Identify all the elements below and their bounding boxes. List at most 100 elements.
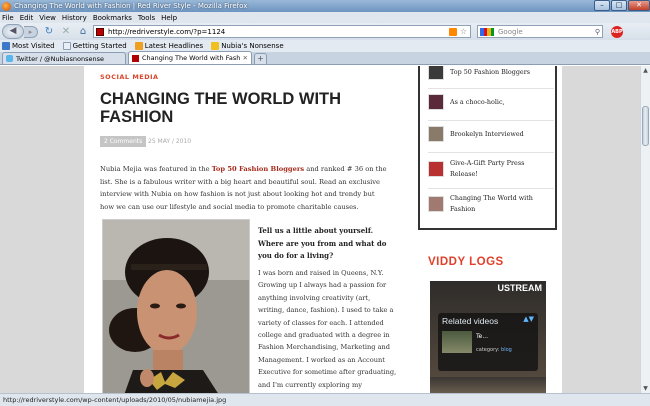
- search-input[interactable]: Google ⚲: [477, 25, 603, 38]
- window-title-bar: Changing The World with Fashion | Red Ri…: [0, 0, 650, 12]
- home-icon[interactable]: ⌂: [76, 25, 90, 39]
- firefox-icon: [2, 1, 11, 11]
- recent-post-item[interactable]: Brookelyn Interviewed: [428, 126, 554, 142]
- adblock-icon[interactable]: ABP: [611, 25, 623, 38]
- rss-icon[interactable]: [448, 27, 457, 36]
- recent-post-item[interactable]: As a choco-holic,: [428, 94, 554, 110]
- rss-feed-icon: [134, 42, 143, 50]
- bookmark-latest-headlines[interactable]: Latest Headlines: [134, 42, 204, 50]
- category-link[interactable]: SOCIAL MEDIA: [100, 73, 159, 81]
- menu-file[interactable]: File: [2, 14, 14, 22]
- bookmark-label: Nubia's Nonsense: [221, 42, 284, 50]
- woman-portrait-image: [103, 220, 249, 393]
- close-tab-icon[interactable]: ✕: [243, 54, 248, 62]
- vertical-scrollbar[interactable]: ▲ ▼: [640, 66, 650, 393]
- post-date: 25 MAY / 2010: [148, 138, 192, 145]
- post-thumbnail: [428, 66, 444, 80]
- post-thumbnail: [428, 196, 444, 212]
- site-favicon: [132, 54, 139, 62]
- viddy-logs-heading: VIDDY LOGS: [428, 256, 504, 268]
- related-video-title[interactable]: Te...: [476, 333, 488, 340]
- divider: [428, 88, 554, 89]
- bookmark-folder-icon: [2, 42, 10, 50]
- google-engine-icon[interactable]: [480, 27, 494, 36]
- menu-history[interactable]: History: [62, 14, 87, 22]
- menu-bookmarks[interactable]: Bookmarks: [93, 14, 132, 22]
- post-thumbnail: [428, 126, 444, 142]
- scroll-arrows-icon[interactable]: ▲▼: [523, 315, 534, 323]
- menu-edit[interactable]: Edit: [20, 14, 34, 22]
- scroll-down-icon[interactable]: ▼: [641, 384, 650, 393]
- post-title[interactable]: Give-A-Gift Party Press Release!: [450, 158, 554, 180]
- tab-twitter[interactable]: Twitter / @Nubiasnonsense: [2, 52, 126, 64]
- folder-icon: [211, 42, 220, 50]
- tab-red-river-style[interactable]: Changing The World with Fashion ... ✕: [128, 51, 252, 64]
- page-icon: [62, 42, 71, 50]
- menu-view[interactable]: View: [39, 14, 56, 22]
- post-title[interactable]: As a choco-holic,: [450, 97, 505, 108]
- search-icon[interactable]: ⚲: [595, 28, 600, 36]
- maximize-button[interactable]: □: [611, 0, 627, 11]
- scrollbar-thumb[interactable]: [642, 106, 649, 146]
- new-tab-button[interactable]: +: [254, 53, 267, 64]
- related-video-category: category: blog: [476, 347, 512, 353]
- close-button[interactable]: ✕: [628, 0, 650, 11]
- recent-post-item[interactable]: Give-A-Gift Party Press Release!: [428, 158, 554, 180]
- comments-badge[interactable]: 2 Comments: [100, 136, 147, 147]
- bookmark-label: Most Visited: [12, 42, 55, 50]
- post-title[interactable]: Brookelyn Interviewed: [450, 129, 524, 140]
- navigation-toolbar: ◀ ▸ ↻ ✕ ⌂ http://redriverstyle.com/?p=11…: [0, 23, 650, 40]
- reload-icon[interactable]: ↻: [42, 25, 56, 39]
- video-footer: [430, 377, 546, 393]
- status-bar: http://redriverstyle.com/wp-content/uplo…: [0, 393, 650, 406]
- divider: [428, 120, 554, 121]
- forward-button[interactable]: ▸: [24, 25, 38, 38]
- interview-answer: I was born and raised in Queens, N.Y. Gr…: [258, 269, 397, 389]
- bookmark-most-visited[interactable]: Most Visited: [2, 42, 55, 50]
- web-content: SOCIAL MEDIA CHANGING THE WORLD WITH FAS…: [0, 66, 640, 393]
- post-title[interactable]: Top 50 Fashion Bloggers: [450, 67, 530, 78]
- recent-post-item[interactable]: Top 50 Fashion Bloggers: [428, 66, 554, 80]
- blog-page: SOCIAL MEDIA CHANGING THE WORLD WITH FAS…: [84, 66, 562, 393]
- bookmark-star-icon[interactable]: ☆: [460, 27, 467, 36]
- tab-strip: Twitter / @Nubiasnonsense Changing The W…: [0, 51, 650, 65]
- tab-label: Changing The World with Fashion ...: [142, 54, 240, 62]
- window-controls: – □ ✕: [593, 0, 650, 12]
- related-videos-panel: Related videos ▲▼ Te... category: blog: [438, 313, 538, 371]
- menu-tools[interactable]: Tools: [138, 14, 155, 22]
- divider: [428, 188, 554, 189]
- category-label: category:: [476, 347, 502, 353]
- scroll-up-icon[interactable]: ▲: [641, 66, 650, 75]
- tab-label: Twitter / @Nubiasnonsense: [16, 54, 104, 63]
- ustream-logo: USTREAM: [497, 283, 543, 293]
- ustream-video-player[interactable]: USTREAM Related videos ▲▼ Te... category…: [430, 281, 546, 393]
- bookmarks-toolbar: Most Visited Getting Started Latest Head…: [0, 40, 650, 52]
- divider: [428, 152, 554, 153]
- twitter-icon: [6, 55, 13, 62]
- post-thumbnail: [428, 161, 444, 177]
- top-50-link[interactable]: Top 50 Fashion Bloggers: [212, 165, 304, 173]
- bookmark-nubias-nonsense[interactable]: Nubia's Nonsense: [211, 42, 284, 50]
- intro-text: Nubia Mejia was featured in the: [100, 165, 212, 173]
- bookmark-getting-started[interactable]: Getting Started: [62, 42, 127, 50]
- related-videos-title: Related videos: [442, 316, 499, 326]
- search-placeholder: Google: [498, 27, 523, 36]
- recent-post-item[interactable]: Changing The World with Fashion: [428, 193, 554, 215]
- article-title[interactable]: CHANGING THE WORLD WITH FASHION: [100, 90, 390, 126]
- related-video-thumbnail[interactable]: [442, 331, 472, 353]
- minimize-button[interactable]: –: [594, 0, 610, 11]
- menu-bar: File Edit View History Bookmarks Tools H…: [0, 12, 650, 23]
- menu-help[interactable]: Help: [161, 14, 177, 22]
- post-thumbnail: [428, 94, 444, 110]
- url-bar[interactable]: http://redriverstyle.com/?p=1124 ☆: [93, 25, 471, 38]
- site-favicon: [96, 27, 104, 36]
- url-text[interactable]: http://redriverstyle.com/?p=1124: [108, 28, 449, 36]
- back-button[interactable]: ◀: [2, 24, 24, 39]
- recent-posts-widget: Top 50 Fashion Bloggers As a choco-holic…: [418, 66, 557, 230]
- category-link[interactable]: blog: [501, 347, 512, 353]
- stop-icon[interactable]: ✕: [59, 25, 73, 39]
- profile-photo[interactable]: [102, 219, 250, 393]
- post-title[interactable]: Changing The World with Fashion: [450, 193, 554, 215]
- bookmark-label: Latest Headlines: [144, 42, 204, 50]
- article-intro: Nubia Mejia was featured in the Top 50 F…: [100, 163, 390, 213]
